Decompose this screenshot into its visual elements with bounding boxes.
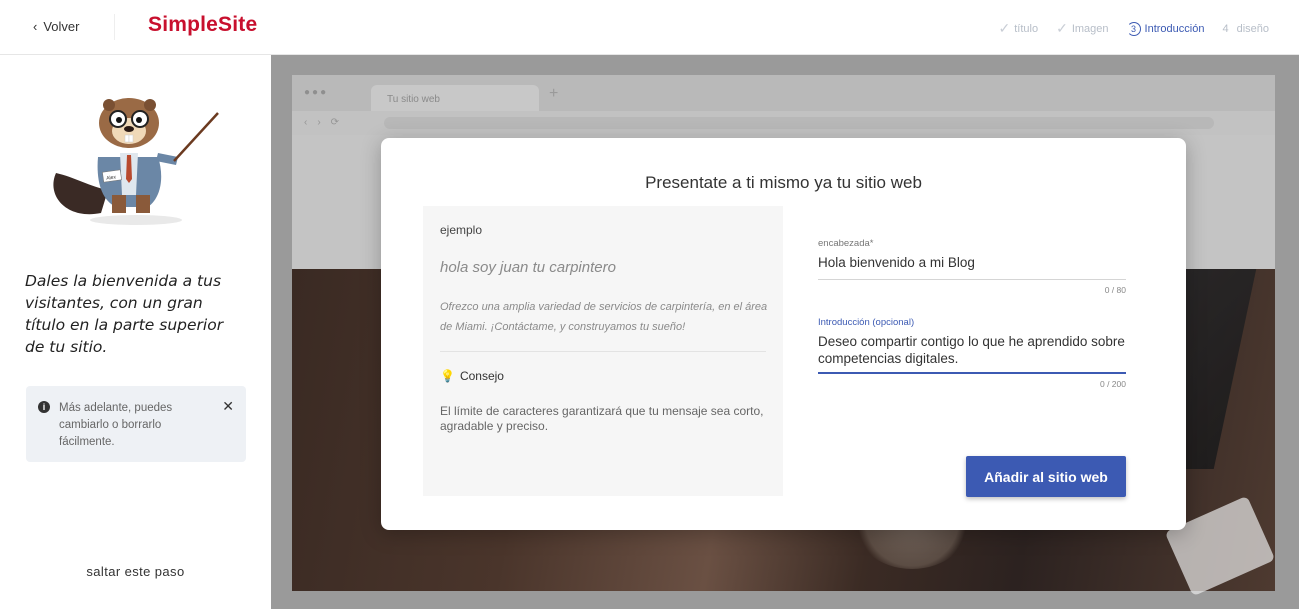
skip-step-link[interactable]: saltar este paso	[0, 564, 271, 579]
step-number: 4	[1222, 22, 1229, 35]
step-label: Imagen	[1071, 22, 1109, 35]
step-introduccion[interactable]: 3 Introducción	[1126, 21, 1205, 36]
step-label: título	[1014, 22, 1039, 35]
step-diseno[interactable]: 4 diseño	[1222, 23, 1269, 35]
input-underline-active	[818, 372, 1126, 374]
step-label: diseño	[1236, 22, 1269, 35]
new-tab-icon: +	[549, 85, 559, 102]
step-imagen[interactable]: ✓ Imagen	[1056, 20, 1108, 37]
close-icon[interactable]: ✕	[222, 398, 234, 415]
info-icon: i	[38, 401, 50, 413]
heading-field[interactable]: encabezada* Hola bienvenido a mi Blog 0 …	[818, 238, 1126, 295]
lightbulb-icon: 💡	[440, 369, 455, 383]
check-icon: ✓	[998, 20, 1011, 36]
step-progress: ✓ título ✓ Imagen 3 Introducción 4 diseñ…	[998, 20, 1269, 37]
chevron-left-icon: ‹	[33, 19, 38, 34]
add-to-site-button[interactable]: Añadir al sitio web	[966, 456, 1126, 497]
tip-label: Consejo	[459, 369, 504, 383]
intro-lead-text: Dales la bienvenida a tus visitantes, co…	[25, 272, 224, 356]
tip-text: El límite de caracteres garantizará que …	[440, 404, 764, 433]
address-bar	[384, 117, 1214, 129]
back-button[interactable]: ‹ Volver	[33, 19, 79, 34]
intro-form: encabezada* Hola bienvenido a mi Blog 0 …	[818, 238, 1126, 389]
left-panel: Alex Dales la bienvenida a tus visitante…	[0, 55, 271, 609]
heading-field-label: encabezada*	[818, 238, 874, 249]
step-titulo[interactable]: ✓ título	[998, 20, 1038, 37]
notice-text: Más adelante, puedes cambiarlo o borrarl…	[59, 402, 173, 448]
top-bar: ‹ Volver SimpleSite ✓ título ✓ Imagen 3 …	[0, 0, 1299, 55]
intro-modal: Presentate a ti mismo ya tu sitio web ej…	[381, 138, 1186, 530]
intro-field[interactable]: Introducción (opcional) Deseo compartir …	[818, 317, 1126, 389]
browser-nav-icons: ‹›⟳	[304, 117, 350, 128]
intro-char-counter: 0 / 200	[1100, 379, 1126, 389]
divider	[114, 14, 115, 40]
example-title: hola soy juan tu carpintero	[440, 259, 616, 276]
info-notice: i Más adelante, puedes cambiarlo o borra…	[26, 386, 246, 462]
check-icon: ✓	[1056, 20, 1068, 36]
step-number: 3	[1126, 21, 1141, 36]
heading-char-counter: 0 / 80	[1104, 285, 1126, 295]
example-body: Ofrezco una amplia variedad de servicios…	[440, 301, 768, 333]
window-controls-icon: ●●●	[304, 87, 329, 98]
logo[interactable]: SimpleSite	[148, 13, 257, 37]
browser-tab: Tu sitio web	[371, 85, 539, 111]
beaver-mascot-illustration: Alex	[53, 98, 219, 225]
step-label: Introducción	[1144, 22, 1205, 35]
example-panel: ejemplo hola soy juan tu carpintero Ofre…	[423, 206, 783, 496]
back-label: Volver	[43, 19, 80, 34]
input-underline	[818, 279, 1126, 280]
example-label: ejemplo	[440, 223, 483, 237]
heading-input[interactable]: Hola bienvenido a mi Blog	[818, 254, 1126, 271]
intro-textarea[interactable]: Deseo compartir contigo lo que he aprend…	[818, 333, 1126, 367]
divider	[440, 351, 766, 352]
tip-heading: 💡 Consejo	[440, 369, 504, 383]
modal-title: Presentate a ti mismo ya tu sitio web	[645, 173, 922, 192]
intro-field-label: Introducción (opcional)	[818, 317, 915, 328]
